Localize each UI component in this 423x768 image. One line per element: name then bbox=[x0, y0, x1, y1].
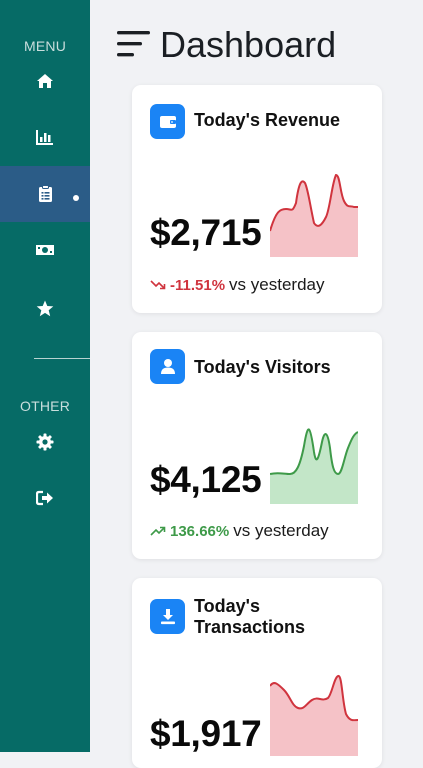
transactions-value: $1,917 bbox=[150, 713, 262, 754]
user-icon bbox=[160, 359, 175, 374]
trend-up-icon bbox=[150, 526, 166, 536]
transactions-card-icon bbox=[150, 599, 185, 634]
sidebar-divider bbox=[34, 358, 90, 359]
sidebar-item-analytics[interactable] bbox=[0, 109, 90, 165]
visitors-value: $4,125 bbox=[150, 459, 262, 500]
visitors-card-title: Today's Visitors bbox=[194, 357, 331, 377]
transactions-sparkline bbox=[270, 674, 358, 756]
page-title: Dashboard bbox=[160, 24, 337, 65]
hamburger-menu-icon[interactable] bbox=[117, 30, 151, 58]
clipboard-icon bbox=[38, 185, 52, 202]
sidebar-item-favorites[interactable] bbox=[0, 280, 90, 336]
revenue-change-percent: -11.51% bbox=[170, 276, 226, 294]
revenue-sparkline bbox=[270, 173, 358, 257]
trend-down-icon bbox=[150, 280, 166, 290]
sidebar-item-payments[interactable] bbox=[0, 222, 90, 278]
sidebar-item-settings[interactable] bbox=[0, 414, 90, 470]
visitors-change: 136.66% vs yesterday bbox=[150, 521, 329, 541]
home-icon bbox=[37, 74, 53, 88]
gear-icon bbox=[36, 433, 54, 451]
revenue-card: Today's Revenue $2,715 -11.51% vs yester… bbox=[132, 85, 382, 313]
download-icon bbox=[160, 609, 175, 625]
star-icon bbox=[36, 300, 54, 316]
bar-chart-icon bbox=[36, 130, 53, 145]
visitors-card: Today's Visitors $4,125 136.66% vs yeste… bbox=[132, 332, 382, 559]
sidebar-item-tasks[interactable] bbox=[0, 166, 90, 222]
visitors-card-icon bbox=[150, 349, 185, 384]
revenue-value: $2,715 bbox=[150, 212, 262, 253]
visitors-change-suffix: vs yesterday bbox=[233, 521, 329, 540]
sign-out-icon bbox=[36, 490, 53, 506]
transactions-title-line1: Today's bbox=[194, 596, 260, 616]
wallet-icon bbox=[159, 115, 176, 128]
sidebar-heading-menu: MENU bbox=[23, 38, 67, 54]
revenue-card-title: Today's Revenue bbox=[194, 110, 340, 130]
sidebar-heading-other: OTHER bbox=[20, 398, 70, 414]
revenue-card-icon bbox=[150, 104, 185, 139]
visitors-change-percent: 136.66% bbox=[170, 522, 230, 540]
sidebar-item-logout[interactable] bbox=[0, 470, 90, 526]
revenue-change-suffix: vs yesterday bbox=[229, 275, 325, 294]
transactions-title-line2: Transactions bbox=[194, 617, 306, 637]
visitors-sparkline bbox=[270, 428, 358, 504]
revenue-change: -11.51% vs yesterday bbox=[150, 275, 324, 295]
transactions-card: Today's Transactions $1,917 bbox=[132, 578, 382, 768]
transactions-card-title: Today's Transactions bbox=[194, 596, 305, 638]
sidebar: MENU OTHER bbox=[0, 0, 90, 752]
active-indicator-dot bbox=[73, 195, 79, 201]
money-icon bbox=[36, 245, 54, 255]
sidebar-item-home[interactable] bbox=[0, 53, 90, 109]
